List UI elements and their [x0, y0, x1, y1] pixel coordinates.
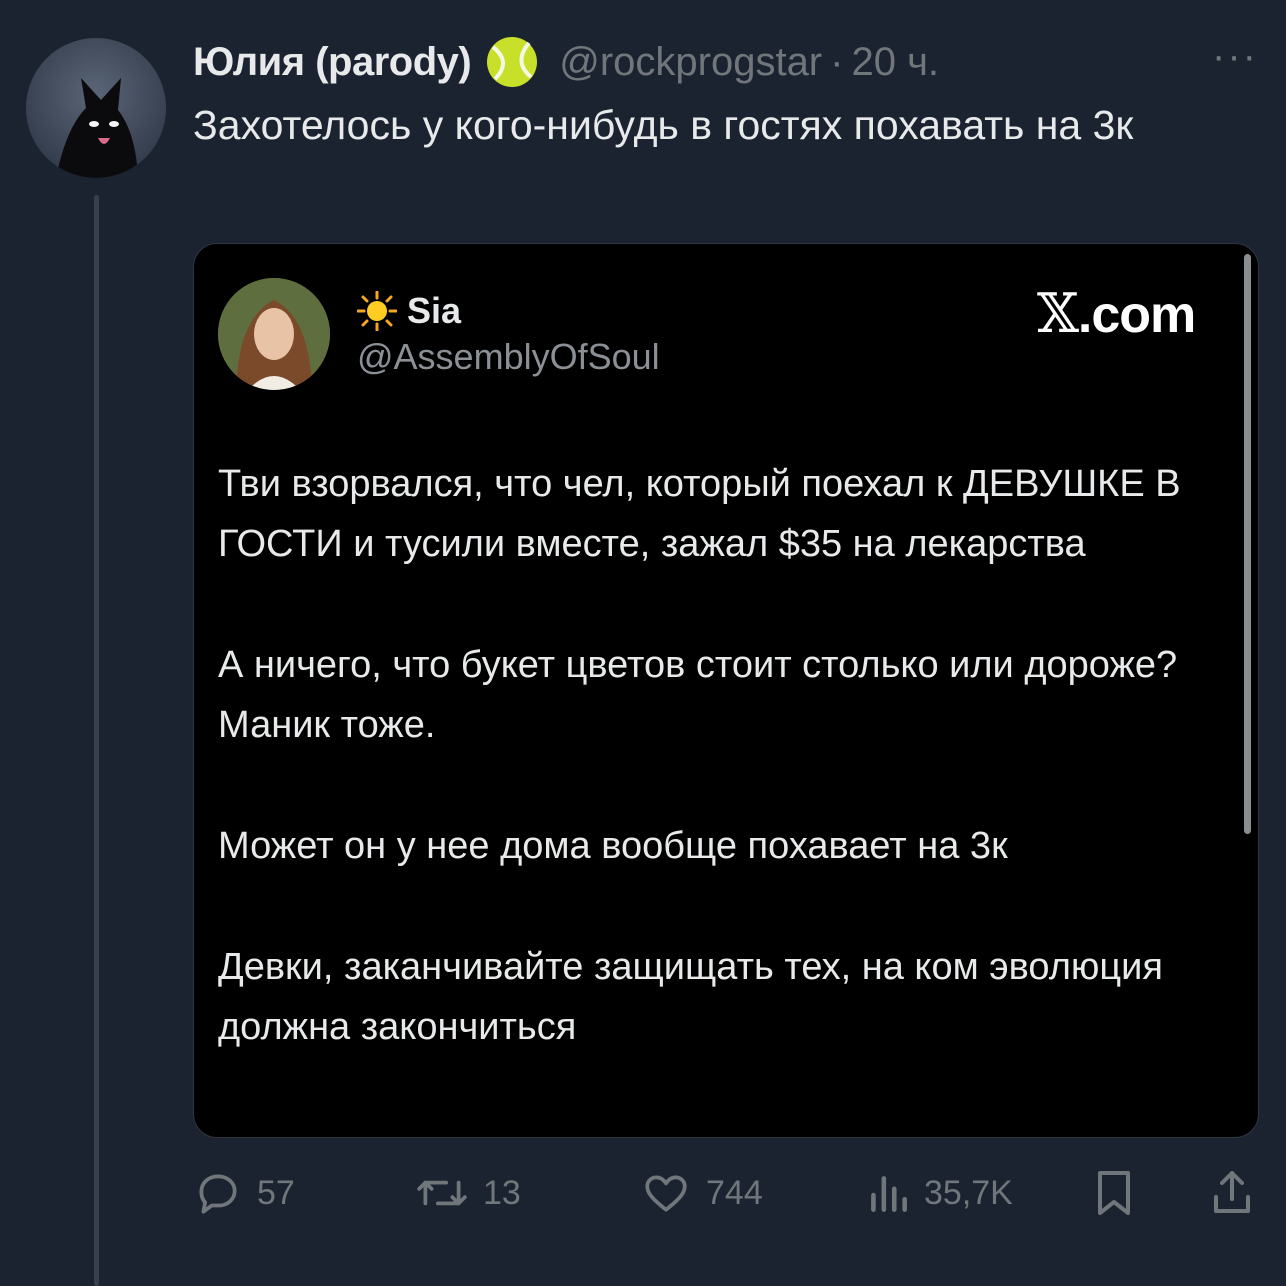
sun-icon [356, 290, 398, 332]
tweet-time[interactable]: 20 ч. [851, 40, 939, 85]
more-options-icon[interactable]: ··· [1212, 36, 1258, 76]
scrollbar[interactable] [1244, 254, 1251, 834]
quoted-tweet-card[interactable]: Sia @AssemblyOfSoul 𝕏.com Тви взорвался,… [193, 243, 1259, 1138]
quote-author-avatar [218, 278, 330, 390]
views-button[interactable]: 35,7K [866, 1163, 1013, 1223]
reply-button[interactable]: 57 [193, 1163, 295, 1223]
bookmark-icon [1098, 1171, 1130, 1215]
quote-author-handle: @AssemblyOfSoul [357, 336, 660, 377]
tweet-header: Юлия (parody) @rockprogstar · 20 ч. [193, 32, 939, 92]
share-button[interactable] [1208, 1163, 1256, 1223]
action-bar: 57 13 744 35,7K [193, 1163, 1265, 1223]
author-handle[interactable]: @rockprogstar [559, 40, 822, 85]
share-icon [1214, 1171, 1250, 1213]
x-com-logo: 𝕏.com [1037, 282, 1196, 345]
tennis-ball-icon [485, 35, 539, 89]
quote-name-row: Sia [356, 290, 462, 332]
retweet-icon [417, 1180, 467, 1206]
views-chart-icon [871, 1176, 907, 1212]
heart-icon [645, 1175, 687, 1212]
quote-author-name: Sia [407, 290, 462, 331]
author-name[interactable]: Юлия (parody) [193, 40, 472, 85]
quote-paragraph: Тви взорвался, что чел, который поехал к… [218, 463, 1181, 565]
author-avatar[interactable] [26, 38, 166, 178]
retweet-button[interactable]: 13 [415, 1163, 521, 1223]
quote-paragraph: Может он у нее дома вообще похавает на 3… [218, 825, 1008, 867]
like-button[interactable]: 744 [640, 1163, 763, 1223]
like-count: 744 [706, 1173, 763, 1212]
quote-paragraph: Девки, заканчивайте защищать тех, на ком… [218, 946, 1163, 1048]
quote-paragraph: А ничего, что букет цветов стоит столько… [218, 644, 1178, 746]
retweet-count: 13 [483, 1173, 521, 1212]
quote-body: Тви взорвался, что чел, который поехал к… [218, 454, 1228, 1118]
reply-count: 57 [257, 1173, 295, 1212]
reply-icon [199, 1174, 237, 1214]
bookmark-button[interactable] [1091, 1163, 1137, 1223]
tweet-text: Захотелось у кого-нибудь в гостях похава… [193, 102, 1134, 148]
thread-line [94, 195, 99, 1286]
separator-dot: · [830, 39, 844, 84]
views-count: 35,7K [924, 1173, 1013, 1212]
